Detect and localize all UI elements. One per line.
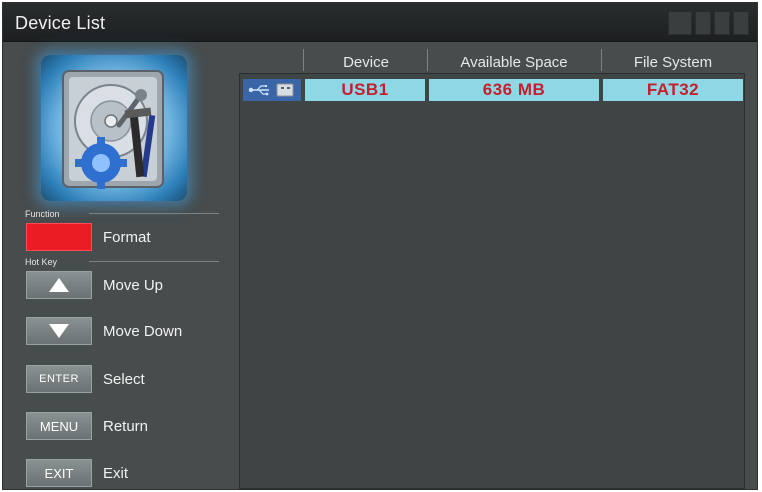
column-separator [427, 49, 428, 71]
device-list-screen: Device List Function Format Hot Key Move… [2, 2, 758, 490]
column-separator [601, 49, 602, 71]
enter-button[interactable]: ENTER [26, 365, 92, 393]
format-label: Format [103, 229, 151, 246]
device-list-panel[interactable] [239, 73, 745, 489]
move-up-label: Move Up [103, 277, 164, 294]
function-divider [89, 213, 219, 214]
select-label: Select [103, 371, 145, 388]
hotkey-divider [89, 261, 219, 262]
exit-button[interactable]: EXIT [26, 459, 92, 487]
title-deco-block [695, 11, 711, 35]
move-down-button[interactable] [26, 317, 92, 345]
available-space-cell[interactable]: 636 MB [429, 79, 599, 101]
window-title: Device List [15, 13, 106, 33]
move-down-label: Move Down [103, 323, 183, 340]
column-header-device: Device [343, 54, 389, 71]
move-up-button[interactable] [26, 271, 92, 299]
usb-icon [248, 83, 294, 97]
hotkey-section-label: Hot Key [25, 257, 58, 267]
function-section-label: Function [25, 209, 60, 219]
title-deco-block [714, 11, 730, 35]
title-deco-block [668, 11, 692, 35]
title-decoration [668, 11, 749, 35]
exit-label: Exit [103, 465, 129, 482]
column-separator [303, 49, 304, 71]
title-deco-block [733, 11, 749, 35]
column-header-available-space: Available Space [460, 54, 568, 71]
red-key-button[interactable] [26, 223, 92, 251]
hard-disk-tools-icon [41, 55, 187, 201]
arrow-up-icon [49, 278, 69, 292]
return-label: Return [103, 418, 149, 435]
arrow-down-icon [49, 324, 69, 338]
device-row-icon-cell[interactable] [243, 79, 301, 101]
device-name-cell[interactable]: USB1 [305, 79, 425, 101]
menu-button[interactable]: MENU [26, 412, 92, 440]
title-bar: Device List [3, 3, 757, 42]
column-header-file-system: File System [633, 54, 713, 71]
file-system-cell[interactable]: FAT32 [603, 79, 743, 101]
